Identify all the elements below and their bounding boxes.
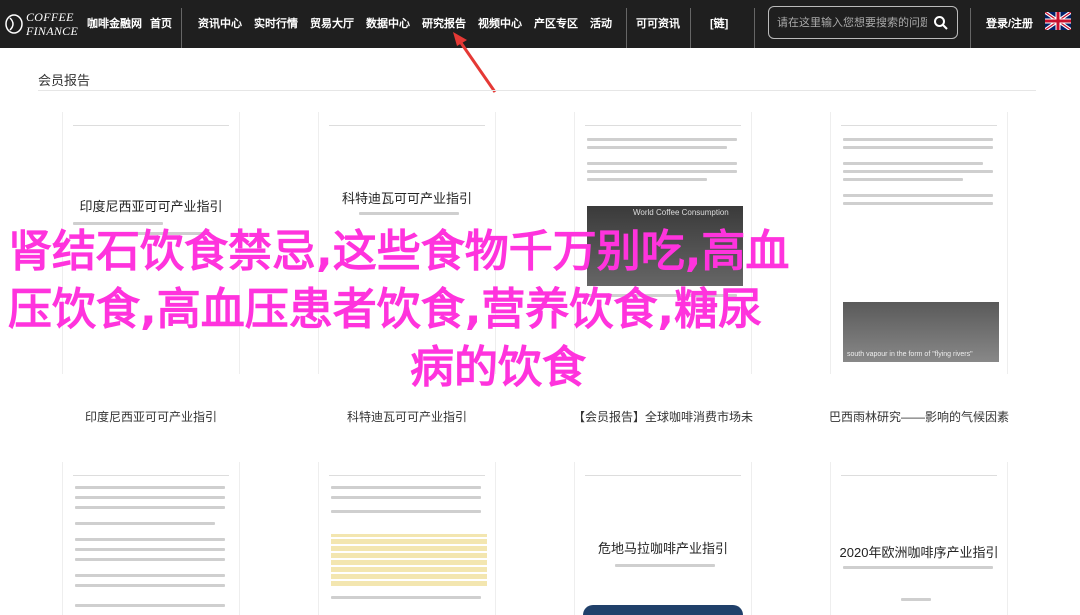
report-card-brazil-rainforest[interactable]: south vapour in the form of "flying rive… (830, 112, 1008, 374)
text-line (331, 596, 481, 599)
card-header-rule (585, 470, 741, 476)
nav-trade-hall[interactable]: 贸易大厅 (310, 0, 354, 48)
nav-divider (970, 8, 971, 48)
text-line (331, 510, 481, 513)
login-register-link[interactable]: 登录/注册 (986, 0, 1033, 48)
card-header-rule (841, 120, 997, 126)
card-header-rule (73, 120, 229, 126)
text-line (843, 162, 983, 165)
text-line (75, 522, 215, 525)
overlay-line2: 压饮食,高血压患者饮食,营养饮食,糖尿 (8, 284, 763, 335)
nav-home[interactable]: 首页 (150, 0, 172, 48)
text-line (75, 538, 225, 541)
text-line (75, 574, 225, 577)
text-line (843, 194, 993, 197)
text-line (587, 138, 737, 141)
logo-text-line1: COFFEE (26, 10, 74, 24)
nav-chain[interactable]: [链] (710, 0, 728, 48)
nav-coffee-finance[interactable]: 咖啡金融网 (87, 0, 142, 48)
text-line (843, 202, 993, 205)
chart-label: World Coffee Consumption (633, 208, 729, 217)
text-line (331, 496, 481, 499)
overlay-line1: 肾结石饮食禁忌,这些食物千万别吃,高血 (8, 226, 790, 277)
card-header-rule (73, 470, 229, 476)
card-title: 印度尼西亚可可产业指引 (79, 199, 223, 214)
text-line (331, 486, 481, 489)
search-box[interactable] (768, 6, 958, 39)
nav-data-center[interactable]: 数据中心 (366, 0, 410, 48)
logo-text-line2: FINANCE (26, 24, 79, 38)
nav-events[interactable]: 活动 (590, 0, 612, 48)
text-line (359, 212, 459, 215)
card-title: 危地马拉咖啡产业指引 (597, 541, 728, 556)
text-line (843, 146, 993, 149)
card-header-rule (329, 470, 485, 476)
report-card-europe-coffee[interactable]: 2020年欧洲咖啡序产业指引 (830, 462, 1008, 615)
nav-origin-zone[interactable]: 产区专区 (534, 0, 578, 48)
english-flag-icon[interactable] (1045, 12, 1071, 30)
text-line (75, 584, 225, 587)
text-line (75, 496, 225, 499)
card-header-rule (841, 470, 997, 476)
text-line (75, 486, 225, 489)
nav-divider (181, 8, 182, 48)
search-input[interactable] (777, 14, 927, 32)
card-title: 2020年欧洲咖啡序产业指引 (839, 545, 999, 560)
section-divider (38, 90, 1036, 91)
report-caption[interactable]: 巴西雨林研究——影响的气候因素 (799, 408, 1039, 425)
text-line (901, 598, 931, 601)
nav-news-center[interactable]: 资讯中心 (198, 0, 242, 48)
top-navigation-bar: COFFEE FINANCE 咖啡金融网 首页 资讯中心 实时行情 贸易大厅 数… (0, 0, 1080, 48)
coffee-finance-logo[interactable]: COFFEE FINANCE (4, 8, 78, 40)
nav-cocoa-news[interactable]: 可可资讯 (636, 0, 680, 48)
text-line (587, 146, 727, 149)
text-line (843, 138, 993, 141)
photo-caption: south vapour in the form of "flying rive… (847, 351, 973, 358)
report-card-row2-1[interactable] (62, 462, 240, 615)
nav-divider (690, 8, 691, 48)
report-card-row2-2[interactable] (318, 462, 496, 615)
nav-divider (626, 8, 627, 48)
nav-divider (754, 8, 755, 48)
text-line (75, 548, 225, 551)
text-line (75, 558, 225, 561)
text-line (587, 178, 707, 181)
card-header-rule (329, 120, 485, 126)
report-caption[interactable]: 印度尼西亚可可产业指引 (31, 408, 271, 425)
data-table-thumbnail (331, 534, 487, 586)
rainforest-photo: south vapour in the form of "flying rive… (843, 302, 999, 362)
text-line (843, 170, 993, 173)
report-caption[interactable]: 科特迪瓦可可产业指引 (287, 408, 527, 425)
report-card-guatemala[interactable]: 危地马拉咖啡产业指引 (574, 462, 752, 615)
text-line (843, 566, 993, 569)
coffee-bean-icon (5, 14, 23, 34)
nav-realtime-quotes[interactable]: 实时行情 (254, 0, 298, 48)
card-header-rule (585, 120, 741, 126)
text-line (843, 178, 963, 181)
overlay-line3: 病的饮食 (410, 342, 586, 393)
card-title: 科特迪瓦可可产业指引 (341, 191, 472, 206)
report-caption[interactable]: 【会员报告】全球咖啡消费市场未 (543, 408, 783, 425)
search-icon[interactable] (933, 15, 949, 31)
text-line (75, 506, 225, 509)
text-line (587, 162, 737, 165)
globe-graphic (583, 605, 743, 615)
text-line (75, 604, 225, 607)
text-line (587, 170, 737, 173)
section-title: 会员报告 (38, 73, 91, 88)
text-line (615, 564, 715, 567)
